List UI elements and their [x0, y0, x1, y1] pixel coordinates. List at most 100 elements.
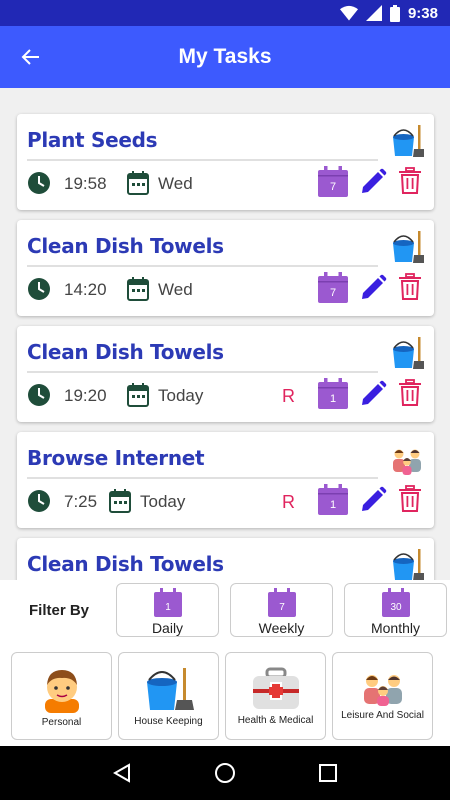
- edit-button[interactable]: [359, 380, 387, 413]
- divider: [27, 371, 378, 373]
- calendar-icon: 30: [381, 588, 410, 617]
- calendar-icon: 7: [318, 166, 348, 197]
- divider: [27, 477, 378, 479]
- trash-icon: [399, 485, 421, 512]
- calendar-outline-icon: [127, 277, 149, 301]
- clock-icon: [28, 384, 50, 406]
- delete-button[interactable]: [398, 485, 422, 518]
- delete-button[interactable]: [398, 273, 422, 306]
- edit-button[interactable]: [359, 168, 387, 201]
- task-list[interactable]: Plant Seeds 19:58 Wed 7 Clean Dish Towels 14:…: [0, 88, 450, 580]
- boy-face-icon: [44, 669, 79, 713]
- triangle-back-icon: [112, 763, 130, 783]
- filter-monthly-label: Monthly: [370, 620, 421, 636]
- category-health-label: Health & Medical: [237, 714, 314, 726]
- category-personal-button[interactable]: Personal: [11, 652, 112, 740]
- delete-button[interactable]: [398, 167, 422, 200]
- filter-weekly-label: Weekly: [258, 620, 305, 636]
- task-title: Browse Internet: [27, 446, 205, 470]
- clock-icon: [28, 172, 50, 194]
- svg-text:30: 30: [390, 602, 402, 613]
- calendar-number: 7: [330, 181, 336, 193]
- category-leisure-button[interactable]: Leisure And Social: [332, 652, 433, 740]
- bucket-mop-icon: [393, 337, 424, 369]
- repeat-badge: R: [282, 492, 295, 512]
- category-housekeeping-label: House Keeping: [134, 715, 203, 727]
- category-leisure-label: Leisure And Social: [341, 709, 424, 721]
- filter-panel: Filter By 1 Daily 7 Weekly 30 Monthly Pe…: [0, 580, 450, 746]
- svg-text:7: 7: [279, 602, 285, 613]
- calendar-icon: 1: [318, 378, 348, 409]
- circle-home-icon: [214, 763, 235, 783]
- schedule-button[interactable]: 1: [317, 484, 349, 521]
- filter-monthly-button[interactable]: 30 Monthly: [344, 583, 447, 637]
- bucket-mop-icon: [393, 231, 424, 263]
- nav-back-button[interactable]: [102, 753, 142, 793]
- pencil-icon: [362, 168, 387, 193]
- category-health-button[interactable]: Health & Medical: [225, 652, 326, 740]
- pencil-icon: [362, 274, 387, 299]
- category-housekeeping-button[interactable]: House Keeping: [118, 652, 219, 740]
- trash-icon: [399, 167, 421, 194]
- family-icon: [363, 674, 402, 706]
- task-title: Clean Dish Towels: [27, 234, 224, 258]
- clock-icon: [28, 490, 50, 512]
- filter-daily-label: Daily: [151, 620, 184, 636]
- calendar-icon: 7: [318, 272, 348, 303]
- delete-button[interactable]: [398, 379, 422, 412]
- task-card[interactable]: Clean Dish Towels 19:20 Today R 1: [17, 326, 434, 422]
- app-bar: My Tasks: [0, 26, 450, 88]
- divider: [27, 265, 378, 267]
- task-time: 19:20: [64, 386, 107, 405]
- task-day: Wed: [158, 280, 193, 299]
- schedule-button[interactable]: 7: [317, 166, 349, 203]
- bucket-mop-icon: [146, 667, 194, 710]
- filter-daily-button[interactable]: 1 Daily: [116, 583, 219, 637]
- divider: [27, 159, 378, 161]
- wifi-icon: [339, 5, 358, 21]
- clock-icon: [28, 278, 50, 300]
- task-title: Plant Seeds: [27, 128, 158, 152]
- edit-button[interactable]: [359, 486, 387, 519]
- family-icon: [393, 449, 421, 475]
- repeat-badge: R: [282, 386, 295, 406]
- edit-button[interactable]: [359, 274, 387, 307]
- calendar-icon: 1: [318, 484, 348, 515]
- pencil-icon: [362, 380, 387, 405]
- task-card[interactable]: Plant Seeds 19:58 Wed 7: [17, 114, 434, 210]
- calendar-number: 1: [330, 393, 336, 405]
- status-time: 9:38: [407, 4, 438, 22]
- task-card[interactable]: Clean Dish Towels 14:20 Wed 7: [17, 220, 434, 316]
- bucket-mop-icon: [393, 125, 424, 157]
- nav-recents-button[interactable]: [308, 753, 348, 793]
- nav-home-button[interactable]: [205, 753, 245, 793]
- svg-text:1: 1: [165, 602, 171, 613]
- schedule-button[interactable]: 1: [317, 378, 349, 415]
- category-personal-label: Personal: [41, 716, 82, 728]
- schedule-button[interactable]: 7: [317, 272, 349, 309]
- filter-label: Filter By: [29, 602, 90, 619]
- task-time: 7:25: [64, 492, 98, 511]
- task-card[interactable]: Browse Internet 7:25 Today R 1: [17, 432, 434, 528]
- status-bar: 9:38: [0, 0, 450, 26]
- task-time: 14:20: [64, 280, 107, 299]
- task-day: Today: [140, 492, 186, 511]
- trash-icon: [399, 273, 421, 300]
- calendar-number: 1: [330, 499, 336, 511]
- task-card[interactable]: Clean Dish Towels: [17, 538, 434, 580]
- page-title: My Tasks: [178, 45, 272, 68]
- task-time: 19:58: [64, 174, 107, 193]
- square-recents-icon: [319, 764, 338, 782]
- calendar-outline-icon: [127, 383, 149, 407]
- first-aid-kit-icon: [252, 667, 299, 709]
- battery-icon: [389, 4, 400, 22]
- calendar-number: 7: [330, 287, 336, 299]
- back-button[interactable]: [0, 26, 62, 88]
- system-nav-bar: [0, 746, 450, 800]
- filter-weekly-button[interactable]: 7 Weekly: [230, 583, 333, 637]
- bucket-mop-icon: [393, 549, 424, 580]
- calendar-outline-icon: [127, 171, 149, 195]
- signal-icon: [365, 5, 382, 21]
- calendar-outline-icon: [109, 489, 131, 513]
- task-day: Wed: [158, 174, 193, 193]
